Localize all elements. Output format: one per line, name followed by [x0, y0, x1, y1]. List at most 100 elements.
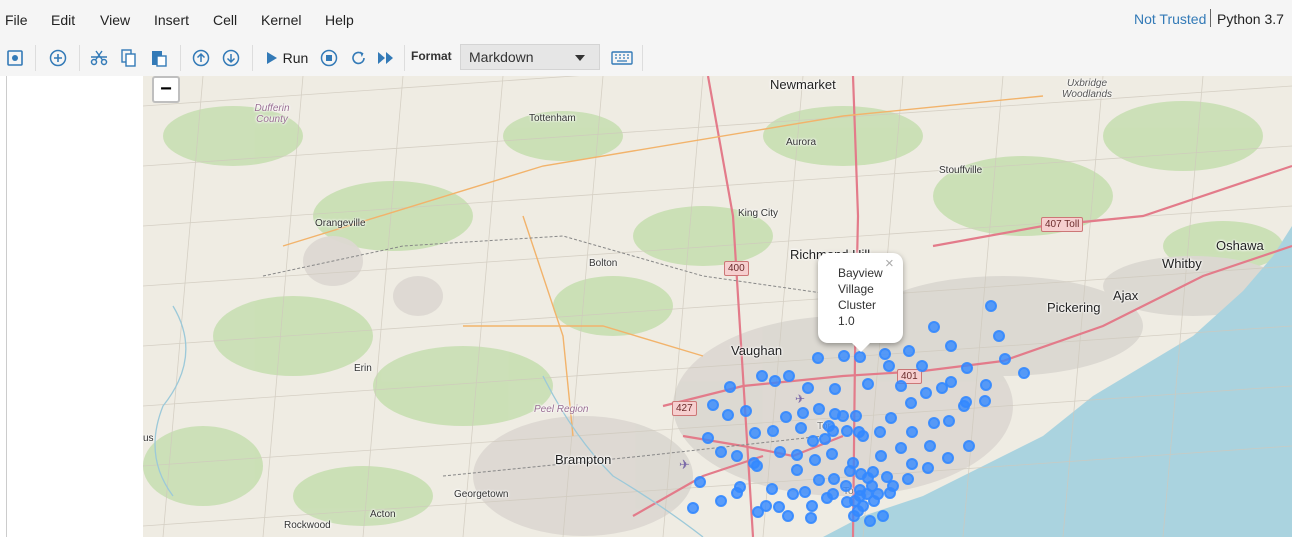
cluster-marker[interactable] — [985, 300, 997, 312]
cell-type-select[interactable]: Markdown — [460, 44, 600, 70]
menu-edit[interactable]: Edit — [51, 12, 75, 28]
restart-button[interactable] — [348, 45, 370, 71]
cluster-marker[interactable] — [809, 454, 821, 466]
cluster-marker[interactable] — [963, 440, 975, 452]
cluster-marker[interactable] — [819, 433, 831, 445]
cluster-marker[interactable] — [942, 452, 954, 464]
cluster-marker[interactable] — [783, 370, 795, 382]
menu-file[interactable]: File — [5, 12, 28, 28]
cluster-marker[interactable] — [791, 449, 803, 461]
cluster-marker[interactable] — [958, 400, 970, 412]
cluster-marker[interactable] — [853, 426, 865, 438]
cluster-marker[interactable] — [812, 352, 824, 364]
cluster-marker[interactable] — [906, 458, 918, 470]
cluster-marker[interactable] — [877, 510, 889, 522]
cluster-marker[interactable] — [999, 353, 1011, 365]
cluster-marker[interactable] — [769, 375, 781, 387]
cluster-marker[interactable] — [875, 450, 887, 462]
cluster-marker[interactable] — [895, 442, 907, 454]
cluster-marker[interactable] — [922, 462, 934, 474]
cluster-marker[interactable] — [936, 382, 948, 394]
command-palette-button[interactable] — [609, 45, 635, 71]
cluster-marker[interactable] — [806, 500, 818, 512]
cluster-marker[interactable] — [731, 450, 743, 462]
cluster-marker[interactable] — [844, 465, 856, 477]
cluster-marker[interactable] — [795, 422, 807, 434]
cluster-marker[interactable] — [805, 512, 817, 524]
cluster-marker[interactable] — [782, 510, 794, 522]
cluster-marker[interactable] — [722, 409, 734, 421]
cluster-marker[interactable] — [864, 515, 876, 527]
cluster-marker[interactable] — [945, 340, 957, 352]
cluster-marker[interactable] — [979, 395, 991, 407]
cluster-marker[interactable] — [993, 330, 1005, 342]
interrupt-button[interactable] — [318, 45, 340, 71]
cluster-marker[interactable] — [906, 426, 918, 438]
cluster-marker[interactable] — [828, 473, 840, 485]
cluster-marker[interactable] — [881, 471, 893, 483]
cut-button[interactable] — [88, 45, 110, 71]
cluster-marker[interactable] — [756, 370, 768, 382]
cluster-marker[interactable] — [724, 381, 736, 393]
cluster-marker[interactable] — [813, 403, 825, 415]
cluster-marker[interactable] — [854, 351, 866, 363]
cluster-marker[interactable] — [862, 378, 874, 390]
cluster-marker[interactable] — [813, 474, 825, 486]
cluster-marker[interactable] — [687, 502, 699, 514]
cluster-marker[interactable] — [903, 345, 915, 357]
cluster-marker[interactable] — [827, 488, 839, 500]
cluster-marker[interactable] — [829, 383, 841, 395]
cluster-marker[interactable] — [740, 405, 752, 417]
map[interactable]: Newmarket Uxbridge Woodlands Dufferin Co… — [143, 76, 1292, 537]
cluster-marker[interactable] — [920, 387, 932, 399]
cluster-marker[interactable] — [694, 476, 706, 488]
cluster-marker[interactable] — [928, 417, 940, 429]
cluster-marker[interactable] — [840, 480, 852, 492]
cluster-marker[interactable] — [715, 495, 727, 507]
move-up-button[interactable] — [190, 45, 212, 71]
close-icon[interactable]: × — [885, 255, 894, 272]
menu-insert[interactable]: Insert — [154, 12, 189, 28]
run-all-button[interactable] — [375, 45, 397, 71]
cluster-marker[interactable] — [862, 472, 874, 484]
menu-kernel[interactable]: Kernel — [261, 12, 301, 28]
cluster-marker[interactable] — [980, 379, 992, 391]
cluster-marker[interactable] — [928, 321, 940, 333]
cluster-marker[interactable] — [752, 506, 764, 518]
cluster-marker[interactable] — [850, 410, 862, 422]
trust-indicator[interactable]: Not Trusted — [1134, 11, 1206, 27]
cluster-marker[interactable] — [715, 446, 727, 458]
cluster-marker[interactable] — [787, 488, 799, 500]
cluster-marker[interactable] — [767, 425, 779, 437]
cluster-marker[interactable] — [841, 425, 853, 437]
menu-view[interactable]: View — [100, 12, 130, 28]
cluster-marker[interactable] — [707, 399, 719, 411]
cluster-marker[interactable] — [799, 486, 811, 498]
cluster-marker[interactable] — [791, 464, 803, 476]
menu-cell[interactable]: Cell — [213, 12, 237, 28]
cluster-marker[interactable] — [943, 415, 955, 427]
cluster-marker[interactable] — [872, 488, 884, 500]
copy-button[interactable] — [118, 45, 140, 71]
cluster-marker[interactable] — [826, 448, 838, 460]
paste-button[interactable] — [148, 45, 170, 71]
cluster-marker[interactable] — [734, 481, 746, 493]
cluster-marker[interactable] — [802, 382, 814, 394]
cluster-marker[interactable] — [852, 505, 864, 517]
cluster-marker[interactable] — [883, 360, 895, 372]
cluster-marker[interactable] — [823, 420, 835, 432]
save-button[interactable] — [4, 45, 26, 71]
cluster-marker[interactable] — [774, 446, 786, 458]
cluster-marker[interactable] — [905, 397, 917, 409]
cluster-marker[interactable] — [748, 457, 760, 469]
cluster-marker[interactable] — [780, 411, 792, 423]
cluster-marker[interactable] — [807, 435, 819, 447]
cluster-marker[interactable] — [902, 473, 914, 485]
zoom-out-button[interactable]: − — [152, 76, 180, 103]
cluster-marker[interactable] — [874, 426, 886, 438]
insert-cell-button[interactable] — [46, 45, 70, 71]
cluster-marker[interactable] — [797, 407, 809, 419]
cluster-marker[interactable] — [838, 350, 850, 362]
cluster-marker[interactable] — [885, 412, 897, 424]
cluster-marker[interactable] — [916, 360, 928, 372]
